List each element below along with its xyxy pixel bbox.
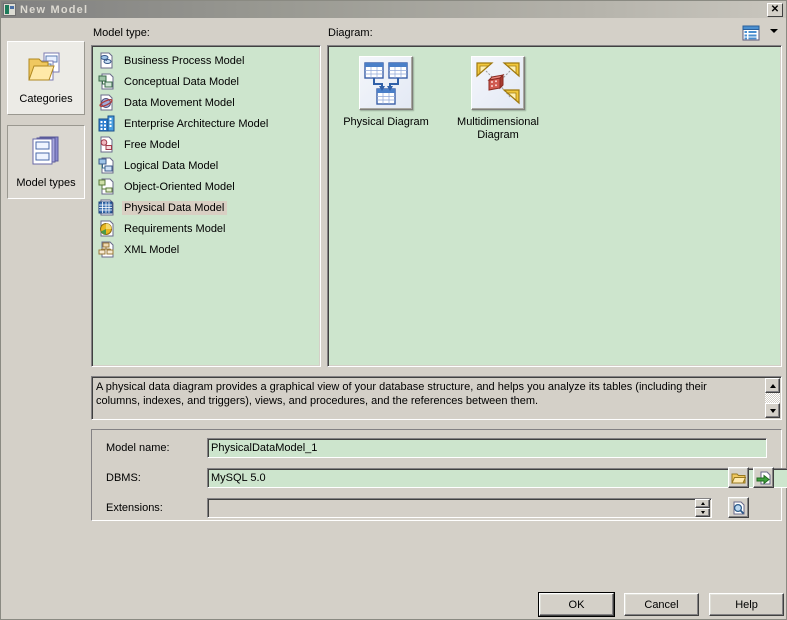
model-type-item-label: Business Process Model (124, 54, 245, 67)
new-model-dialog: New Model ✕ Model type: Diagram: Categor… (0, 0, 787, 620)
diagram-section-label: Diagram: (328, 27, 373, 39)
model-type-item-business-process-model[interactable]: Business Process Model (96, 50, 320, 71)
sidebar-item-label: Categories (19, 93, 73, 105)
logical-data-model-icon (98, 157, 115, 174)
diagram-item-physical-diagram[interactable]: Physical Diagram (342, 56, 430, 142)
diagram-item-label: Physical Diagram (343, 116, 429, 128)
sidebar-item-label: Model types (16, 177, 76, 189)
model-name-label: Model name: (106, 442, 170, 454)
model-type-item-logical-data-model[interactable]: Logical Data Model (96, 155, 320, 176)
description-box: A physical data diagram provides a graph… (91, 376, 782, 420)
description-text: A physical data diagram provides a graph… (96, 381, 707, 407)
object-oriented-model-icon (98, 178, 115, 195)
physical-diagram-icon (359, 56, 413, 110)
extensions-input[interactable] (207, 498, 712, 518)
spinner-up-icon[interactable] (695, 499, 710, 508)
enterprise-architecture-model-icon (98, 115, 115, 132)
diagram-panel: Physical Diagram Multidimensional Diagra… (327, 45, 782, 367)
model-type-item-label: Enterprise Architecture Model (124, 117, 269, 130)
model-type-item-xml-model[interactable]: XML Model (96, 239, 320, 260)
description-scrollbar[interactable] (765, 378, 780, 418)
extensions-spinner[interactable] (695, 499, 710, 517)
spinner-down-icon[interactable] (695, 508, 710, 517)
model-type-list[interactable]: Business Process Model Conceptual Data M… (92, 46, 320, 366)
model-type-item-conceptual-data-model[interactable]: Conceptual Data Model (96, 71, 320, 92)
title-bar: New Model ✕ (1, 1, 786, 18)
xml-model-icon (98, 241, 115, 258)
open-document-icon (756, 471, 771, 485)
model-type-item-requirements-model[interactable]: Requirements Model (96, 218, 320, 239)
dbms-combobox[interactable]: MySQL 5.0 (207, 468, 787, 488)
model-type-item-label: Data Movement Model (124, 96, 235, 109)
model-type-item-enterprise-architecture-model[interactable]: Enterprise Architecture Model (96, 113, 320, 134)
chevron-down-icon[interactable] (770, 29, 778, 33)
list-view-icon[interactable] (741, 24, 760, 41)
folder-icon (731, 473, 746, 483)
browse-extensions-button[interactable] (728, 497, 749, 518)
extensions-label: Extensions: (106, 502, 163, 514)
window-title: New Model (20, 3, 89, 16)
diagram-item-label: Multidimensional Diagram (457, 116, 539, 141)
scroll-up-icon[interactable] (765, 378, 780, 393)
physical-data-model-icon (98, 199, 115, 216)
sidebar-item-model-types[interactable]: Model types (7, 125, 85, 199)
free-model-icon (98, 136, 115, 153)
magnifier-icon (733, 501, 745, 514)
folder-documents-icon (24, 50, 68, 88)
model-type-item-label: Conceptual Data Model (124, 75, 239, 88)
dbms-label: DBMS: (106, 472, 141, 484)
conceptual-data-model-icon (98, 73, 115, 90)
model-type-item-label: XML Model (124, 243, 180, 256)
model-type-item-label: Physical Data Model (122, 200, 228, 215)
close-icon[interactable]: ✕ (767, 3, 783, 17)
model-type-item-physical-data-model[interactable]: Physical Data Model (96, 197, 320, 218)
business-process-model-icon (98, 52, 115, 69)
scroll-down-icon[interactable] (765, 403, 780, 418)
browse-dbms-button[interactable] (728, 467, 749, 488)
ok-button[interactable]: OK (538, 592, 615, 617)
diagram-item-multidimensional-diagram[interactable]: Multidimensional Diagram (454, 56, 542, 142)
multidimensional-diagram-icon (471, 56, 525, 110)
open-dbms-button[interactable] (753, 467, 774, 488)
model-type-item-free-model[interactable]: Free Model (96, 134, 320, 155)
model-type-item-data-movement-model[interactable]: Data Movement Model (96, 92, 320, 113)
model-type-item-label: Free Model (124, 138, 180, 151)
diagram-list[interactable]: Physical Diagram Multidimensional Diagra… (328, 46, 542, 142)
model-type-panel: Business Process Model Conceptual Data M… (91, 45, 321, 367)
model-type-item-label: Requirements Model (124, 222, 226, 235)
model-name-input[interactable]: PhysicalDataModel_1 (207, 438, 767, 458)
help-button[interactable]: Help (709, 593, 784, 616)
cancel-button[interactable]: Cancel (624, 593, 699, 616)
model-type-item-label: Object-Oriented Model (124, 180, 235, 193)
requirements-model-icon (98, 220, 115, 237)
model-settings-group: Model name: PhysicalDataModel_1 DBMS: My… (91, 429, 787, 521)
model-type-item-object-oriented-model[interactable]: Object-Oriented Model (96, 176, 320, 197)
new-model-icon (3, 3, 16, 16)
data-movement-model-icon (98, 94, 115, 111)
dialog-button-row: OK Cancel Help (538, 592, 784, 617)
sidebar: Categories Model types (7, 41, 85, 209)
stacked-documents-icon (24, 134, 68, 172)
model-type-item-label: Logical Data Model (124, 159, 219, 172)
model-type-section-label: Model type: (93, 27, 150, 39)
sidebar-item-categories[interactable]: Categories (7, 41, 85, 115)
